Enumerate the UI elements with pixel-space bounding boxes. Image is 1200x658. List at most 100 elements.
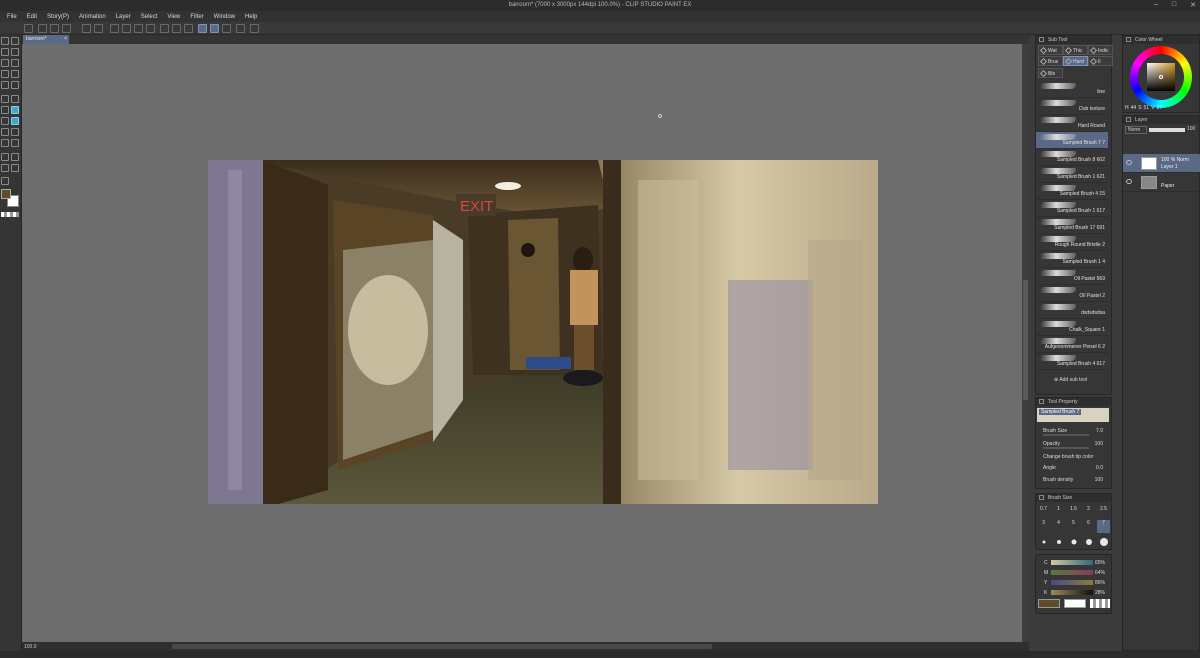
page-icon[interactable] [236,24,245,33]
correct-line-icon[interactable] [1,177,9,185]
invert-selection-icon[interactable] [172,24,181,33]
eraser-icon[interactable] [1,128,9,136]
undo-icon[interactable] [82,24,91,33]
subtab-blend[interactable]: Ble [1038,68,1063,78]
transparent-color-swatch[interactable] [1,212,19,217]
size-cell[interactable]: 1.5 [1067,506,1080,519]
zoom-value[interactable]: 100.0 [24,644,48,650]
subtab-india[interactable]: Indic [1088,45,1113,55]
brush-item[interactable]: Aufgenommener Pinsel 6 2 [1036,336,1108,353]
brush-item[interactable]: Oil Pastel 569 [1036,268,1108,285]
brush-size-value[interactable]: 7.0 [1096,428,1103,434]
size-cell[interactable]: 1 [1052,506,1065,519]
menu-layer[interactable]: Layer [111,14,136,20]
clear-icon[interactable] [110,24,119,33]
size-cell[interactable]: 4 [1052,520,1065,533]
save-icon[interactable] [62,24,71,33]
rotate-icon[interactable] [11,59,19,67]
brush-item[interactable]: Chalk_Square 1 [1036,319,1108,336]
pen-tool-icon[interactable] [11,37,19,45]
add-sub-tool-button[interactable]: ⊕ Add sub tool [1054,377,1087,383]
subtab-thick[interactable]: Thic [1063,45,1088,55]
brush-item[interactable]: Sampled Brush 8 602 [1036,149,1108,166]
brush-item-selected[interactable]: Sampled Brush 7 7 [1036,132,1108,149]
eye-icon[interactable] [1126,160,1132,165]
brush-item[interactable]: dsdsdsdsa [1036,302,1108,319]
change-tip-row[interactable]: Change brush tip color [1039,452,1109,463]
main-color-swatch[interactable] [1,189,11,199]
menu-story[interactable]: Story(P) [42,14,74,20]
density-value[interactable]: 100 [1095,477,1103,483]
transform-icon[interactable] [146,24,155,33]
size-cell-selected[interactable]: 7 [1097,520,1110,533]
lasso-icon[interactable] [1,81,9,89]
eye-icon[interactable] [1126,179,1132,184]
brush-size-slider[interactable] [1043,434,1089,436]
size-cell[interactable]: 2 [1082,506,1095,519]
menu-file[interactable]: File [2,14,22,20]
layer-row[interactable]: Paper [1123,173,1200,192]
settings-icon[interactable] [250,24,259,33]
layer-row[interactable]: 100 % Norm Layer 1 [1123,154,1200,173]
snap-grid-icon[interactable] [222,24,231,33]
menu-view[interactable]: View [162,14,185,20]
pencil-icon[interactable] [1,106,9,114]
main-color-chip[interactable] [1038,599,1060,608]
blend-mode-select[interactable]: Norm [1125,126,1147,134]
size-dot-cell[interactable] [1097,535,1110,548]
black-slider[interactable]: K 28% [1039,588,1111,598]
sub-color-chip[interactable] [1064,599,1086,608]
magenta-gradient[interactable] [1051,570,1093,575]
menu-edit[interactable]: Edit [22,14,42,20]
density-row[interactable]: Brush density 100 [1039,475,1109,486]
hue-ring[interactable] [1130,46,1192,108]
brush-item[interactable]: Sampled Brush 1 617 [1036,200,1108,217]
subtab-il[interactable]: Il [1088,56,1113,66]
size-cell[interactable]: 2.5 [1097,506,1110,519]
angle-row[interactable]: Angle 0.0 [1039,463,1109,474]
brush-item[interactable]: Sampled Brush 1 4 [1036,251,1108,268]
layer-opacity-value[interactable]: 100 [1187,126,1195,132]
black-value[interactable]: 28% [1095,590,1105,596]
fill-icon[interactable] [134,24,143,33]
angle-value[interactable]: 0.0 [1096,465,1103,471]
clear-outside-icon[interactable] [122,24,131,33]
layer-opacity-slider[interactable] [1149,128,1185,132]
blend-icon[interactable] [11,128,19,136]
hand-tool-icon[interactable] [1,59,9,67]
cyan-slider[interactable]: C 65% [1039,558,1111,568]
size-dot-cell[interactable] [1082,535,1095,548]
canvas-area[interactable]: EXIT [22,44,1022,642]
show-selection-icon[interactable] [184,24,193,33]
brush-size-row[interactable]: Brush Size 7.0 [1039,426,1109,437]
size-cell[interactable]: 5 [1067,520,1080,533]
magenta-slider[interactable]: M 64% [1039,568,1111,578]
size-cell[interactable]: 3 [1037,520,1050,533]
size-cell[interactable]: 6 [1082,520,1095,533]
brush-item[interactable]: Dub texture [1036,98,1108,115]
brush-item[interactable]: Sampled Brush 17 691 [1036,217,1108,234]
selection-icon[interactable] [11,70,19,78]
brush-item[interactable]: Sampled Brush 4 617 [1036,353,1108,370]
brush-item[interactable]: Hard Round [1036,115,1108,132]
brush-item[interactable]: Sampled Brush 1 621 [1036,166,1108,183]
subtab-watercolor[interactable]: Wat [1038,45,1063,55]
size-dot-cell[interactable] [1052,535,1065,548]
balloon-icon[interactable] [11,164,19,172]
size-dot-cell[interactable] [1067,535,1080,548]
snap-ruler-icon[interactable] [198,24,207,33]
clip-studio-icon[interactable] [24,24,33,33]
brush-item[interactable]: line [1036,81,1108,98]
menu-select[interactable]: Select [136,14,163,20]
opacity-slider[interactable] [1043,447,1089,449]
sat-value[interactable]: 51 [1144,105,1150,113]
airbrush-icon[interactable] [1,117,9,125]
document-tab[interactable]: barroom* × [23,35,69,44]
minimize-button[interactable]: – [1154,1,1158,9]
painting-canvas[interactable]: EXIT [208,160,878,504]
frame-icon[interactable] [11,153,19,161]
deselect-icon[interactable] [160,24,169,33]
brush-item[interactable]: Rough Round Bristle 2 [1036,234,1108,251]
black-gradient[interactable] [1051,590,1093,595]
close-window-button[interactable]: ✕ [1190,1,1196,9]
